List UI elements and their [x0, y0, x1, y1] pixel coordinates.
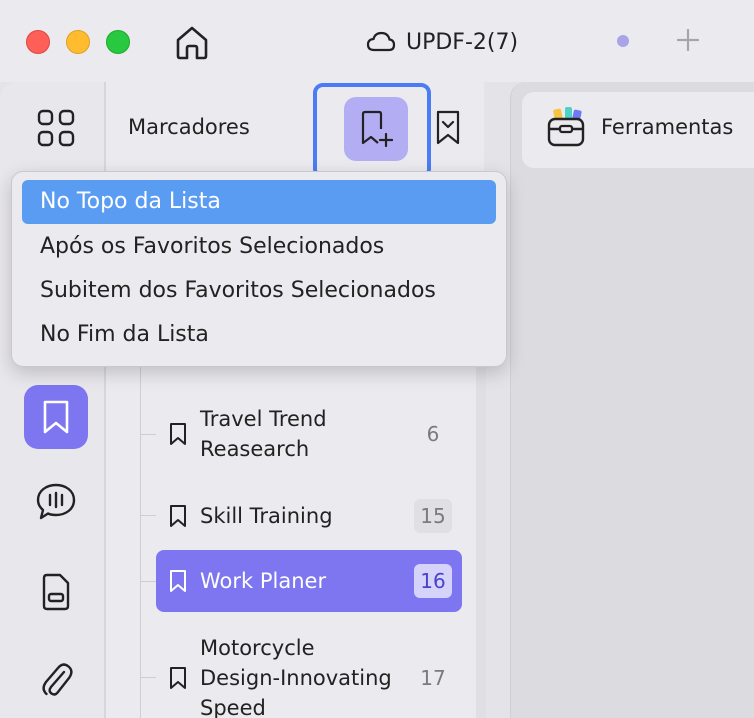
- bookmark-label-line: Reasearch: [200, 437, 310, 461]
- bookmark-label-line: Design-Innovating: [200, 666, 392, 690]
- document-icon: [42, 573, 70, 611]
- home-icon: [176, 26, 208, 60]
- comments-button[interactable]: [24, 470, 88, 534]
- tree-guide-branch: [140, 434, 156, 435]
- comment-icon: [36, 483, 76, 520]
- bookmark-label-line: Speed: [200, 696, 266, 718]
- tree-guide-branch: [140, 515, 156, 516]
- bookmark-label: Work Planer: [200, 569, 327, 593]
- add-bookmark-button[interactable]: [344, 97, 408, 161]
- close-window-button[interactable]: [26, 30, 50, 54]
- minimize-window-button[interactable]: [66, 30, 90, 54]
- bookmark-label: Skill Training: [200, 504, 333, 528]
- paperclip-icon: [42, 663, 73, 696]
- bookmark-plus-icon: [361, 110, 393, 148]
- cloud-icon: [366, 31, 396, 52]
- window-title: UPDF-2(7): [406, 29, 519, 55]
- tools-label: Ferramentas: [601, 115, 734, 139]
- home-button[interactable]: [170, 20, 214, 64]
- forms-button[interactable]: [24, 560, 88, 624]
- bookmark-item-motorcycle-design[interactable]: Motorcycle Design-Innovating Speed 17: [156, 630, 462, 718]
- bookmark-page-number: 16: [414, 564, 452, 598]
- add-bookmark-menu: No Topo da Lista Após os Favoritos Selec…: [11, 171, 507, 367]
- bookmark-icon: [170, 570, 186, 592]
- bookmarks-panel-button[interactable]: [24, 385, 88, 449]
- bookmark-label-line: Motorcycle: [200, 636, 315, 660]
- collapse-bookmarks-button[interactable]: [430, 108, 466, 148]
- plus-icon: [676, 28, 700, 52]
- menu-item-subitem-of-selected[interactable]: Subitem dos Favoritos Selecionados: [22, 269, 496, 313]
- thumbnails-button[interactable]: [24, 96, 88, 160]
- toolbox-icon: [547, 107, 585, 147]
- bookmark-collapse-icon: [436, 110, 460, 145]
- menu-item-after-selected[interactable]: Após os Favoritos Selecionados: [22, 225, 496, 269]
- bookmark-icon: [43, 400, 69, 434]
- document-area: [510, 82, 754, 718]
- tree-guide-branch: [140, 677, 156, 678]
- bookmark-label-line: Travel Trend: [200, 407, 327, 431]
- tree-guide-line: [140, 366, 141, 718]
- bookmark-item-travel-trend[interactable]: Travel Trend Reasearch 6: [156, 400, 462, 468]
- bookmark-page-number: 17: [420, 666, 446, 690]
- bookmark-label: Travel Trend Reasearch: [200, 404, 327, 464]
- bookmark-icon: [170, 423, 186, 445]
- bookmark-icon: [170, 667, 186, 689]
- tree-guide-branch: [140, 581, 156, 582]
- grid-icon: [37, 109, 75, 147]
- menu-item-end-of-list[interactable]: No Fim da Lista: [22, 313, 496, 357]
- bookmark-item-skill-training[interactable]: Skill Training 15: [156, 497, 462, 535]
- bookmark-label: Motorcycle Design-Innovating Speed: [200, 633, 392, 718]
- bookmark-page-number: 15: [414, 499, 452, 533]
- bookmark-item-work-planer[interactable]: Work Planer 16: [156, 550, 462, 612]
- new-tab-button[interactable]: [672, 24, 704, 56]
- window-title-group: UPDF-2(7): [366, 22, 518, 62]
- bookmark-page-number: 6: [426, 422, 440, 446]
- menu-item-top-of-list[interactable]: No Topo da Lista: [22, 180, 496, 224]
- bookmark-icon: [170, 505, 186, 527]
- status-dot-icon: [617, 35, 629, 47]
- panel-title: Marcadores: [128, 115, 250, 139]
- attachments-button[interactable]: [24, 648, 88, 712]
- zoom-window-button[interactable]: [106, 30, 130, 54]
